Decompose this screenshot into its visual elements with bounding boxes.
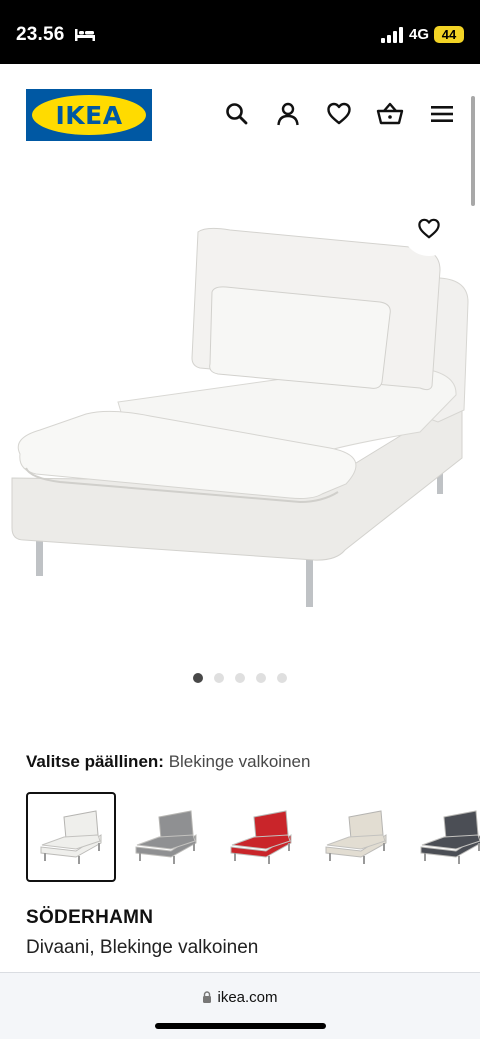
cover-thumbnail (230, 810, 292, 864)
cover-option-1[interactable] (26, 792, 116, 882)
cover-thumbnail (135, 810, 197, 864)
cover-thumbnail (325, 810, 387, 864)
cover-label: Valitse päällinen: (26, 752, 164, 771)
battery-indicator: 44 (434, 26, 464, 43)
bed-icon (75, 29, 95, 41)
network-type: 4G (409, 26, 430, 43)
pagination-dot-4[interactable] (256, 673, 266, 683)
status-bar: 23.56 4G 44 (0, 0, 480, 64)
signal-icon (381, 27, 403, 43)
logo-oval: IKEA (32, 95, 146, 135)
cover-thumbnail (420, 810, 480, 864)
lock-icon (203, 991, 212, 1003)
pagination-dot-3[interactable] (235, 673, 245, 683)
browser-url-bar[interactable]: ikea.com (0, 972, 480, 1039)
product-image[interactable] (0, 210, 470, 620)
favourites-icon[interactable] (326, 101, 352, 127)
heart-icon (418, 218, 440, 239)
address[interactable]: ikea.com (0, 989, 480, 1006)
cover-option-5[interactable] (406, 792, 480, 882)
cover-selection-line: Valitse päällinen: Blekinge valkoinen (26, 752, 310, 772)
home-indicator[interactable] (155, 1023, 326, 1029)
pagination-dot-1[interactable] (193, 673, 203, 683)
url-text: ikea.com (217, 989, 278, 1006)
product-name: SÖDERHAMN (26, 907, 154, 928)
image-pagination (193, 673, 287, 683)
menu-icon[interactable] (429, 101, 455, 127)
scrollbar-thumb[interactable] (471, 96, 475, 206)
cover-thumbnail (40, 810, 102, 864)
search-icon[interactable] (224, 101, 250, 127)
status-time: 23.56 (16, 24, 65, 45)
cover-option-2[interactable] (121, 792, 211, 882)
pagination-dot-5[interactable] (277, 673, 287, 683)
cover-swatches (26, 792, 480, 882)
add-to-favourites-button[interactable] (402, 202, 456, 256)
ikea-logo[interactable]: IKEA (26, 89, 152, 141)
account-icon[interactable] (275, 101, 301, 127)
pagination-dot-2[interactable] (214, 673, 224, 683)
cover-option-4[interactable] (311, 792, 401, 882)
product-description: Divaani, Blekinge valkoinen (26, 937, 259, 958)
basket-icon[interactable] (376, 101, 404, 127)
logo-text: IKEA (55, 100, 123, 130)
cover-option-3[interactable] (216, 792, 306, 882)
cover-value: Blekinge valkoinen (168, 752, 311, 771)
